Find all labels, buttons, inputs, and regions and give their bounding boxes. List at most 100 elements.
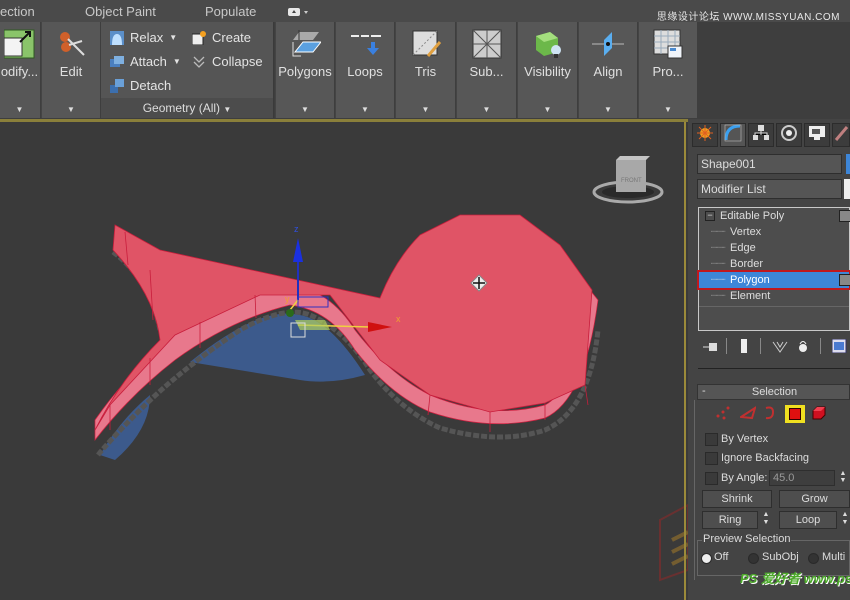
tab-display[interactable] [804, 123, 830, 147]
vertex-level-icon[interactable] [715, 406, 731, 425]
detach-button[interactable]: Detach [110, 78, 171, 93]
modifier-toggle-icon[interactable] [839, 274, 850, 286]
align-button[interactable]: Align ▼ [578, 22, 637, 118]
chevron-down-icon[interactable]: ▼ [664, 105, 672, 114]
selection-rollout-header[interactable]: - Selection [697, 384, 850, 400]
angle-spinner-arrows[interactable]: ▲ ▼ [838, 470, 848, 486]
ignore-backfacing-label: Ignore Backfacing [721, 452, 810, 464]
collapse-minus-icon[interactable]: − [705, 211, 715, 221]
subdivision-icon [471, 28, 503, 60]
grow-button[interactable]: Grow [779, 490, 850, 508]
chevron-down-icon[interactable]: ▼ [361, 105, 369, 114]
create-button[interactable]: Create [191, 30, 251, 45]
object-name-field[interactable]: Shape001 [697, 154, 842, 174]
remove-modifier-icon[interactable] [798, 339, 808, 358]
preview-subobj-label: SubObj [762, 551, 799, 563]
border-level-icon[interactable] [763, 406, 775, 425]
z-axis-label: z [294, 224, 299, 234]
modifier-list-dropdown[interactable]: Modifier List [697, 179, 842, 199]
loop-spinner-arrows[interactable]: ▲ ▼ [840, 511, 850, 529]
chevron-down-icon[interactable]: ▼ [301, 105, 309, 114]
relax-icon [110, 30, 124, 45]
stack-item-polygon[interactable]: ┈┈┈ Polygon [697, 270, 850, 290]
viewport-divider[interactable] [684, 122, 686, 600]
by-angle-label: By Angle: [721, 472, 768, 484]
scene-canvas[interactable]: FRONT z x y [0, 122, 688, 600]
chevron-down-icon[interactable]: ▼ [422, 105, 430, 114]
relax-button[interactable]: Relax ▼ [110, 30, 177, 45]
chevron-down-icon[interactable]: ▼ [604, 105, 612, 114]
modifier-toggle-icon[interactable] [839, 210, 850, 222]
preview-multi-radio[interactable] [808, 553, 819, 564]
tab-create[interactable] [692, 123, 718, 147]
shrink-button[interactable]: Shrink [702, 490, 772, 508]
stack-item-editable-poly[interactable]: − Editable Poly [699, 208, 850, 224]
edge-level-icon[interactable] [738, 405, 757, 425]
preview-multi-label: Multi [822, 551, 846, 563]
ignore-backfacing-checkbox[interactable] [705, 452, 718, 465]
show-end-result-icon[interactable] [740, 339, 748, 358]
subdivision-button[interactable]: Sub... ▼ [456, 22, 516, 118]
collapse-button[interactable]: Collapse [192, 54, 263, 69]
xy-plane-handle[interactable] [295, 320, 330, 330]
z-axis-arrow[interactable] [293, 238, 303, 262]
chevron-down-icon[interactable]: ▼ [67, 105, 75, 114]
loop-button[interactable]: Loop [779, 511, 837, 529]
chevron-down-icon[interactable]: ▼ [16, 105, 24, 114]
viewcube-label: FRONT [621, 178, 642, 184]
modify-button[interactable]: odify... ▼ [0, 22, 40, 118]
hierarchy-icon [752, 124, 770, 147]
create-sun-icon [697, 124, 713, 146]
stack-item-edge[interactable]: ┈┈┈ Edge [699, 240, 849, 256]
edit-button[interactable]: Edit ▼ [41, 22, 100, 118]
watermark-bottom: PS 爱好者 www.psahz.com [740, 571, 850, 586]
tab-utilities[interactable] [832, 123, 850, 147]
y-axis-label: y [285, 294, 290, 304]
camera-dropdown-icon[interactable] [288, 5, 310, 20]
polygons-button[interactable]: Polygons ▼ [275, 22, 334, 118]
tab-motion[interactable] [776, 123, 802, 147]
by-vertex-checkbox[interactable] [705, 433, 718, 446]
properties-button[interactable]: Pro... ▼ [638, 22, 697, 118]
make-unique-icon[interactable] [772, 340, 788, 358]
attach-button[interactable]: Attach ▼ [110, 54, 181, 69]
collapse-icon [192, 55, 206, 69]
geometry-panel: Relax ▼ Attach ▼ Detach Create Collapse Ge… [101, 22, 274, 118]
loops-button[interactable]: Loops ▼ [335, 22, 394, 118]
rollout-border [694, 400, 695, 580]
stack-item-border[interactable]: ┈┈┈ Border [699, 256, 849, 272]
tris-button[interactable]: Tris ▼ [395, 22, 455, 118]
tab-modify[interactable] [720, 123, 746, 147]
preview-off-radio[interactable] [701, 553, 712, 564]
create-icon [191, 30, 206, 45]
by-angle-checkbox[interactable] [705, 472, 718, 485]
configure-modifier-sets-icon[interactable] [831, 338, 848, 358]
tab-populate[interactable]: Populate [205, 4, 256, 19]
stack-item-element[interactable]: ┈┈┈ Element [699, 288, 849, 304]
align-icon [592, 28, 624, 60]
pin-stack-icon[interactable] [703, 340, 719, 358]
relax-dropdown-icon[interactable]: ▼ [169, 33, 177, 42]
stack-divider [699, 306, 849, 307]
attach-dropdown-icon[interactable]: ▼ [173, 57, 181, 66]
chevron-down-icon[interactable]: ▼ [483, 105, 491, 114]
modifier-list-arrow[interactable] [844, 179, 850, 199]
preview-subobj-radio[interactable] [748, 553, 759, 564]
element-level-icon[interactable] [812, 406, 826, 425]
tab-object-paint[interactable]: Object Paint [85, 4, 156, 19]
display-monitor-icon [808, 125, 826, 146]
tab-hierarchy[interactable] [748, 123, 774, 147]
polygon-level-icon[interactable] [784, 404, 806, 424]
ring-button[interactable]: Ring [702, 511, 758, 529]
object-color-swatch[interactable] [846, 154, 850, 174]
chevron-down-icon[interactable]: ▼ [544, 105, 552, 114]
tab-selection[interactable]: ection [0, 4, 35, 19]
perspective-viewport[interactable]: FRONT z x y [0, 122, 688, 600]
geometry-panel-footer[interactable]: Geometry (All) ▼ [101, 98, 273, 118]
stack-item-vertex[interactable]: ┈┈┈ Vertex [699, 224, 849, 240]
ring-spinner-arrows[interactable]: ▲ ▼ [761, 511, 771, 529]
visibility-button[interactable]: Visibility ▼ [517, 22, 577, 118]
viewcube[interactable]: FRONT [592, 156, 664, 204]
angle-spinner-input[interactable]: 45.0 [769, 470, 835, 486]
pivot-point [286, 309, 294, 317]
